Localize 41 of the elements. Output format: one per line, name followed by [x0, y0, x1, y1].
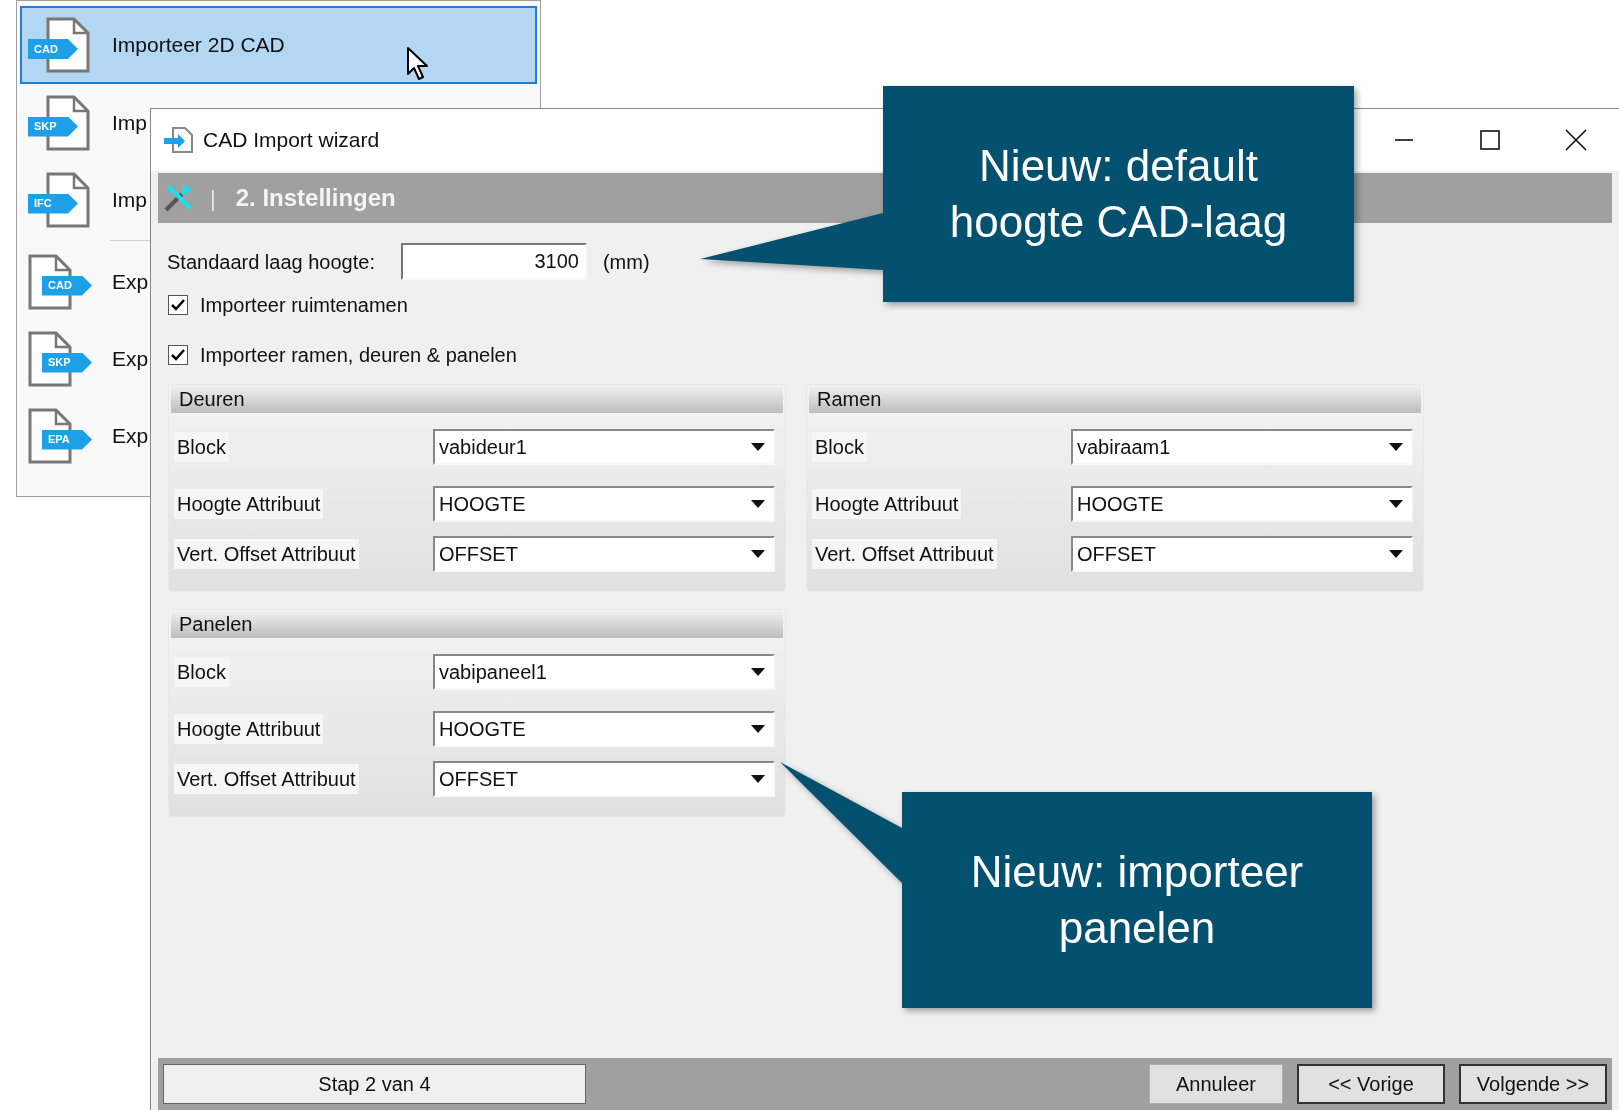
- field-label: Hoogte Attribuut: [174, 714, 324, 744]
- menu-item-label: Imp: [112, 186, 147, 213]
- callout-text: Nieuw: importeer panelen: [969, 846, 1305, 954]
- group-title: Deuren: [171, 385, 783, 413]
- checkbox-label: Importeer ruimtenamen: [200, 293, 408, 318]
- dropdown-value: HOOGTE: [438, 717, 527, 742]
- menu-item-label: Exp: [112, 422, 149, 449]
- dropdown-value: HOOGTE: [1076, 492, 1165, 517]
- arrow-badge: CAD: [28, 39, 78, 59]
- step-indicator: Stap 2 van 4: [163, 1064, 586, 1104]
- header-separator: |: [210, 184, 216, 213]
- unit-label: (mm): [602, 249, 650, 275]
- field-label: Vert. Offset Attribuut: [174, 764, 359, 794]
- arrow-badge: EPA: [42, 429, 92, 450]
- dropdown-value: HOOGTE: [438, 492, 527, 517]
- field-label: Vert. Offset Attribuut: [812, 539, 997, 569]
- arrow-badge: CAD: [42, 275, 92, 296]
- step-title: 2. Instellingen: [235, 183, 396, 213]
- field-label: Hoogte Attribuut: [174, 489, 324, 519]
- field-label: Block: [174, 657, 229, 687]
- arrow-badge: SKP: [42, 352, 92, 373]
- field-label: Block: [174, 432, 229, 462]
- dropdown-value: OFFSET: [438, 767, 519, 792]
- callout-text: Nieuw: default hoogte CAD-laag: [948, 140, 1289, 248]
- field-label: Block: [812, 432, 867, 462]
- menu-item-label: Imp: [112, 109, 147, 136]
- window-title: CAD Import wizard: [203, 127, 380, 154]
- field-label: Hoogte Attribuut: [812, 489, 962, 519]
- menu-item-label: Exp: [112, 268, 149, 295]
- dropdown-value: vabiraam1: [1076, 435, 1172, 460]
- group-title: Ramen: [809, 385, 1421, 413]
- menu-item-label: Importeer 2D CAD: [112, 32, 285, 59]
- dropdown-value: OFFSET: [1076, 542, 1157, 567]
- field-label: Standaard laag hoogte:: [167, 249, 375, 275]
- dropdown-value: vabideur1: [438, 435, 528, 460]
- dropdown-value: OFFSET: [438, 542, 519, 567]
- dropdown-value: vabipaneel1: [438, 660, 548, 685]
- menu-item-label: Exp: [112, 345, 149, 372]
- group-title: Panelen: [171, 610, 783, 638]
- checkbox-label: Importeer ramen, deuren & panelen: [200, 343, 517, 368]
- field-label: Vert. Offset Attribuut: [174, 539, 359, 569]
